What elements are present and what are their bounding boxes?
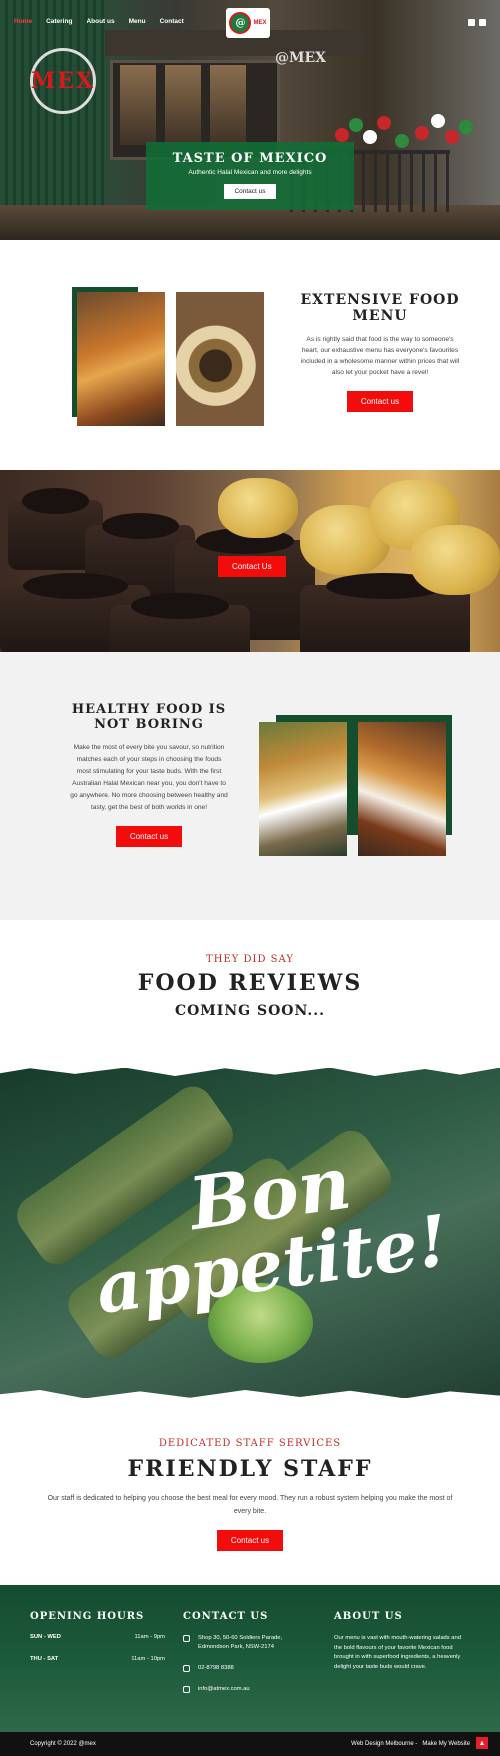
copyright: Copyright © 2022 @mex (30, 1741, 96, 1747)
credit-brand[interactable]: Make My Website (422, 1741, 470, 1747)
torn-edge-top (0, 1068, 500, 1076)
hours-days: THU - SAT (30, 1656, 59, 1662)
bowl-photo (176, 292, 264, 426)
menu-contact-button[interactable]: Contact us (346, 391, 414, 412)
hours-days: SUN - WED (30, 1634, 61, 1640)
lemon-cake (410, 525, 500, 595)
footer-contact: CONTACT US Shop 30, 50-60 Soldiers Parad… (183, 1611, 293, 1706)
footer-about: ABOUT US Our menu is vast with mouth-wat… (334, 1611, 464, 1672)
staff-title: FRIENDLY STAFF (127, 1456, 373, 1482)
nav-catering[interactable]: Catering (46, 18, 72, 25)
main-nav: Home Catering About us Menu Contact (14, 18, 184, 25)
social-links (468, 19, 486, 26)
address-row: Shop 30, 50-60 Soldiers Parade, Edmondso… (183, 1634, 293, 1652)
email-text[interactable]: info@atmex.com.au (198, 1685, 250, 1694)
cakes-contact-button[interactable]: Contact Us (218, 556, 286, 577)
takeaway-photo (259, 722, 347, 856)
tacos-photo (77, 292, 165, 426)
logo-text: MEX (253, 20, 267, 26)
staff-body: Our staff is dedicated to helping you ch… (47, 1495, 453, 1515)
storefront-logo-text: MEX (30, 68, 96, 94)
footer: OPENING HOURS SUN - WED 11am - 9pm THU -… (0, 1585, 500, 1732)
phone-icon (183, 1665, 190, 1672)
footer-hours: OPENING HOURS SUN - WED 11am - 9pm THU -… (30, 1611, 165, 1678)
cupcakes-banner: Contact Us (0, 470, 500, 652)
torn-edge-bottom (0, 1390, 500, 1398)
facebook-icon[interactable] (468, 19, 475, 26)
phone-text[interactable]: 02-8798 8388 (198, 1664, 234, 1673)
healthy-contact-button[interactable]: Contact us (115, 826, 183, 847)
hero-wall-panels (0, 0, 105, 240)
lemon-cake (218, 478, 298, 538)
reviews-section: THEY DID SAY FOOD REVIEWS COMING SOON... (0, 920, 500, 1070)
reviews-title: FOOD REVIEWS (137, 970, 363, 996)
hero-window-pane (210, 65, 246, 145)
arrow-up-icon[interactable]: ▲ (476, 1737, 488, 1749)
reviews-eyebrow: THEY DID SAY (206, 954, 294, 965)
menu-section: EXTENSIVE FOOD MENU As is rightly said t… (0, 240, 500, 470)
menu-body: As is rightly said that food is the way … (300, 336, 460, 376)
healthy-section: HEALTHY FOOD IS NOT BORING Make the most… (0, 652, 500, 920)
staff-eyebrow: DEDICATED STAFF SERVICES (158, 1438, 342, 1449)
hero-window-pane (120, 65, 156, 145)
healthy-title: HEALTHY FOOD IS NOT BORING (71, 702, 227, 732)
nav-contact[interactable]: Contact (160, 18, 184, 25)
instagram-icon[interactable] (479, 19, 486, 26)
cupcake (300, 573, 470, 652)
menu-title: EXTENSIVE FOOD MENU (300, 292, 460, 324)
bottom-bar: Copyright © 2022 @mex Web Design Melbour… (0, 1732, 500, 1756)
storefront-logo: MEX (30, 48, 96, 114)
hours-time: 11am - 10pm (131, 1656, 165, 1662)
hero-section: MEX @MEX Home Catering About us Menu Con… (0, 0, 500, 240)
hero-balloons (335, 108, 475, 168)
reviews-subtitle: COMING SOON... (174, 1003, 326, 1019)
churros-photo (358, 722, 446, 856)
about-text: Our menu is vast with mouth-watering sal… (334, 1635, 461, 1670)
hours-time: 11am - 9pm (134, 1634, 166, 1640)
phone-row[interactable]: 02-8798 8388 (183, 1664, 293, 1673)
staff-contact-button[interactable]: Contact us (216, 1530, 284, 1551)
contact-title: CONTACT US (183, 1611, 269, 1622)
map-pin-icon (183, 1635, 190, 1642)
credit-text[interactable]: Web Design Melbourne - (351, 1741, 417, 1747)
healthy-text: HEALTHY FOOD IS NOT BORING Make the most… (70, 702, 228, 847)
nav-home[interactable]: Home (14, 18, 32, 25)
healthy-body: Make the most of every bite you savour, … (70, 744, 228, 811)
hours-row: THU - SAT 11am - 10pm (30, 1656, 165, 1662)
nav-about[interactable]: About us (86, 18, 114, 25)
hours-title: OPENING HOURS (30, 1611, 145, 1622)
cupcake (110, 593, 250, 652)
store-sign: @MEX (275, 50, 327, 66)
hours-row: SUN - WED 11am - 9pm (30, 1634, 165, 1640)
mail-icon (183, 1686, 190, 1693)
page: MEX @MEX Home Catering About us Menu Con… (0, 0, 500, 1756)
logo-mark: @ (229, 12, 252, 34)
menu-text: EXTENSIVE FOOD MENU As is rightly said t… (300, 292, 460, 412)
about-title: ABOUT US (334, 1611, 403, 1622)
email-row[interactable]: info@atmex.com.au (183, 1685, 293, 1694)
staff-section: DEDICATED STAFF SERVICES FRIENDLY STAFF … (0, 1398, 500, 1585)
hero-window-pane (165, 65, 201, 145)
hero-subtitle: Authentic Halal Mexican and more delight… (188, 169, 312, 176)
bon-appetite-banner: Bon appetite! (0, 1068, 500, 1398)
hero-banner: TASTE OF MEXICO Authentic Halal Mexican … (146, 142, 354, 210)
nav-menu[interactable]: Menu (129, 18, 146, 25)
credit: Web Design Melbourne - Make My Website (351, 1741, 470, 1747)
hero-contact-button[interactable]: Contact us (224, 184, 276, 199)
site-logo[interactable]: @ MEX (226, 8, 270, 38)
address-text: Shop 30, 50-60 Soldiers Parade, Edmondso… (198, 1635, 283, 1650)
hero-title: TASTE OF MEXICO (172, 151, 328, 166)
